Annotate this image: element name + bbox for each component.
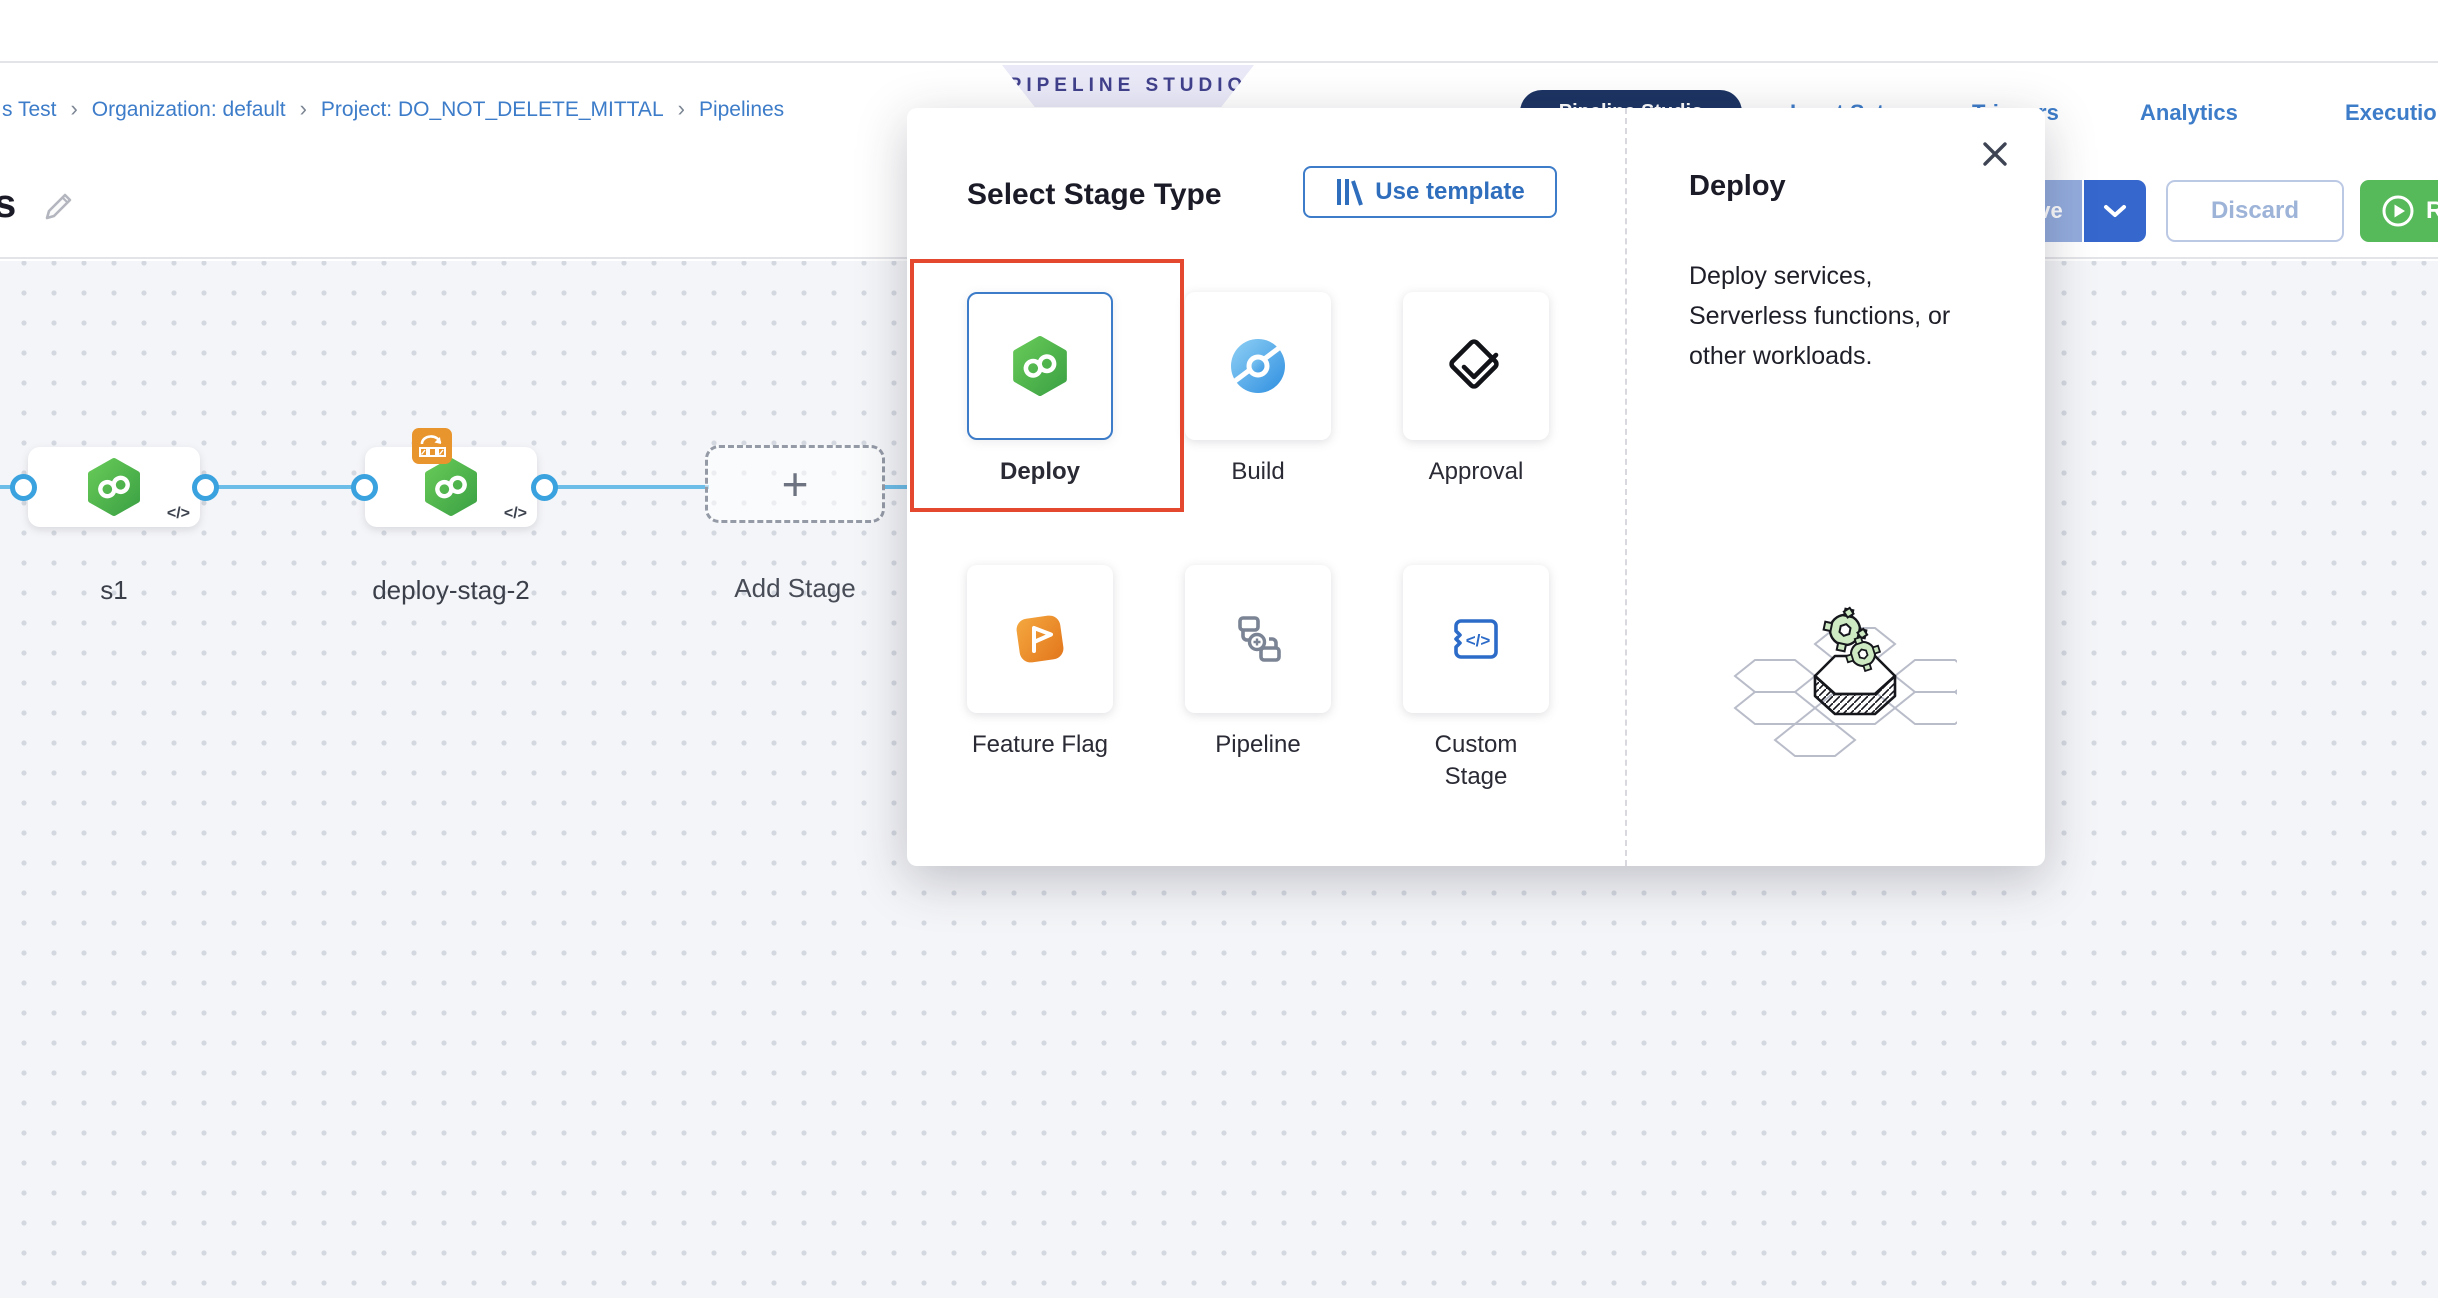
use-template-label: Use template — [1375, 178, 1524, 206]
add-stage-button[interactable]: + — [705, 445, 885, 523]
stage-label-s1: s1 — [28, 575, 200, 606]
stage-type-label-custom-stage: Custom Stage — [1401, 729, 1551, 793]
run-button-label: Run — [2426, 197, 2438, 225]
node-port[interactable] — [531, 474, 558, 501]
pipeline-edge — [554, 485, 709, 489]
node-yaml-glyph[interactable]: </> — [504, 505, 527, 523]
breadcrumb-pipeline[interactable]: Pipelines — [699, 98, 784, 121]
node-yaml-glyph[interactable]: </> — [167, 505, 190, 523]
stage-type-card-feature-flag[interactable] — [967, 565, 1113, 713]
tab-executions[interactable]: Executions — [2345, 100, 2438, 126]
stage-type-card-custom-stage[interactable]: </> — [1403, 565, 1549, 713]
save-options-button[interactable] — [2084, 180, 2146, 242]
stage-type-card-build[interactable] — [1185, 292, 1331, 440]
select-stage-type-modal: Select Stage Type Use template Deploy — [907, 108, 2045, 866]
play-icon — [2380, 193, 2416, 229]
stage-type-label-build: Build — [1183, 456, 1333, 488]
tab-analytics[interactable]: Analytics — [2140, 100, 2238, 126]
deploy-illustration — [1707, 598, 1957, 763]
stage-type-label-approval: Approval — [1401, 456, 1551, 488]
breadcrumb-organization[interactable]: Organization: default — [92, 98, 286, 121]
node-port[interactable] — [10, 474, 37, 501]
stage-type-label-feature-flag: Feature Flag — [965, 729, 1115, 761]
node-port[interactable] — [351, 474, 378, 501]
build-stage-icon — [1227, 335, 1289, 397]
deploy-stage-icon — [1009, 335, 1071, 397]
close-icon[interactable] — [1981, 140, 2009, 173]
modal-title: Select Stage Type — [967, 178, 1222, 212]
stage-type-card-deploy[interactable] — [967, 292, 1113, 440]
modal-divider — [1625, 108, 1627, 866]
stage-type-label-pipeline: Pipeline — [1183, 729, 1333, 761]
stage-detail-description: Deploy services, Serverless functions, o… — [1689, 256, 1985, 376]
chevron-down-icon — [2103, 204, 2127, 219]
node-port[interactable] — [192, 474, 219, 501]
breadcrumb-pipelines-list[interactable]: s Test — [2, 98, 56, 121]
stage-type-label-deploy: Deploy — [965, 456, 1115, 488]
breadcrumb-separator: › — [56, 96, 91, 121]
breadcrumb-separator: › — [664, 96, 699, 121]
run-button[interactable]: Run — [2360, 180, 2438, 242]
approval-stage-icon — [1444, 334, 1508, 398]
stage-type-card-approval[interactable] — [1403, 292, 1549, 440]
stage-detail-title: Deploy — [1689, 170, 1786, 203]
feature-flag-stage-icon — [1009, 608, 1071, 670]
stage-label-deploy-stag-2: deploy-stag-2 — [331, 575, 571, 606]
stage-type-card-pipeline[interactable] — [1185, 565, 1331, 713]
rolling-deployment-badge — [412, 428, 452, 464]
cd-stage-icon — [421, 457, 481, 517]
breadcrumb: s Test›Organization: default›Project: DO… — [2, 96, 784, 122]
breadcrumb-separator: › — [286, 96, 321, 121]
template-library-icon — [1335, 177, 1363, 207]
rolling-deploy-icon — [417, 433, 447, 460]
custom-stage-icon: </> — [1445, 608, 1507, 670]
plus-icon: + — [782, 457, 809, 511]
pipeline-edge — [215, 485, 355, 489]
top-bar — [0, 0, 2438, 63]
cd-stage-icon — [84, 457, 144, 517]
discard-button[interactable]: Discard — [2166, 180, 2344, 242]
pipeline-studio-badge: PIPELINE STUDIO — [1002, 65, 1254, 107]
stage-node-s1[interactable]: </> — [28, 447, 200, 527]
svg-text:</>: </> — [1466, 631, 1491, 650]
add-stage-label: Add Stage — [705, 573, 885, 604]
use-template-button[interactable]: Use template — [1303, 166, 1557, 218]
edit-pencil-icon[interactable] — [40, 188, 76, 229]
pipeline-name-partial: s — [0, 182, 16, 227]
pipeline-stage-icon — [1226, 607, 1290, 671]
breadcrumb-project[interactable]: Project: DO_NOT_DELETE_MITTAL — [321, 98, 664, 121]
